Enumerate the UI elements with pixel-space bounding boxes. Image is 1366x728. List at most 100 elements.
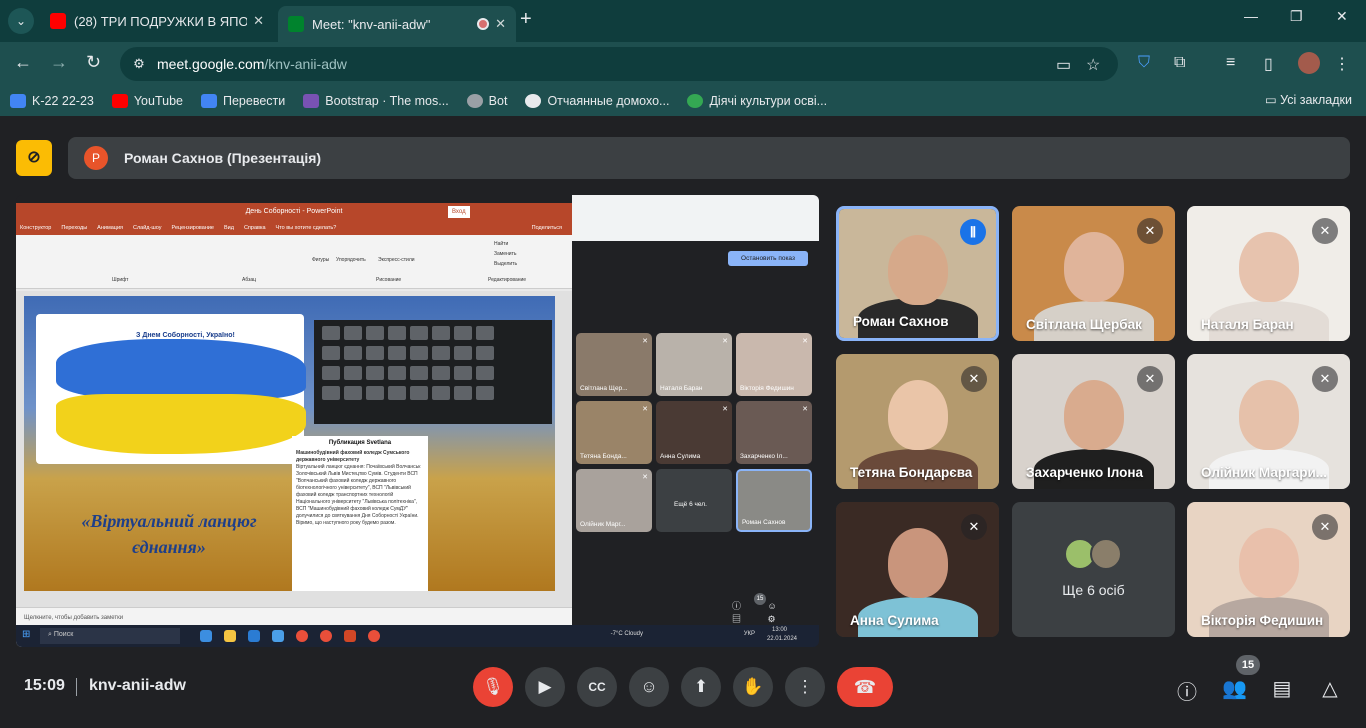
side-panel-icon[interactable]: ▯ — [1264, 54, 1273, 74]
more-options-button[interactable]: ⋮ — [785, 667, 825, 707]
powerpoint-window: День Соборності - PowerPoint Вход Констр… — [16, 203, 572, 647]
info-button[interactable]: ⓘ — [1175, 676, 1199, 705]
people-icon: 👥 — [1222, 678, 1247, 700]
close-icon[interactable]: ✕ — [495, 16, 506, 32]
ppt-menu-item: Что вы хотите сделать? — [275, 225, 337, 231]
emoji-icon: ☺ — [640, 677, 658, 696]
restore-button[interactable]: ❐ — [1290, 8, 1303, 25]
mic-off-icon: ✕ — [961, 514, 987, 540]
address-bar[interactable]: ⚙ meet.google.com/knv-anii-adw ▭ ☆ — [120, 47, 1118, 81]
bookmark-translate[interactable]: Перевести — [200, 94, 286, 108]
ppt-login-button: Вход — [448, 206, 470, 218]
slide: З Днем Соборності, Україно! Публикация S… — [24, 296, 555, 591]
ribbon-label: Шрифт — [112, 277, 129, 283]
extensions-icon[interactable]: ⧉ — [1174, 54, 1185, 72]
activities-button[interactable]: △ — [1318, 676, 1342, 701]
forward-arrow-icon[interactable]: → — [50, 52, 68, 73]
ppt-menu-item: Слайд-шоу — [133, 225, 162, 231]
participant-name: Олійник Маргари... — [1201, 465, 1328, 480]
bookmark-wordpress[interactable]: Отчаянные домохо... — [525, 94, 669, 108]
all-bookmarks-button[interactable]: ▭ Усі закладки — [1265, 92, 1352, 107]
back-arrow-icon[interactable]: ← — [14, 52, 32, 73]
tab-title: Meet: "knv-anii-adw" — [312, 16, 431, 32]
recording-icon — [477, 18, 490, 30]
participant-tile[interactable]: ✕ Наталя Баран — [1187, 206, 1350, 341]
presentation-toggle-button[interactable]: ⊘ — [16, 140, 52, 176]
hang-up-icon: ☎ — [853, 677, 877, 697]
reload-icon[interactable]: ↻ — [86, 52, 101, 73]
raise-hand-button[interactable]: ✋ — [733, 667, 773, 707]
captions-button[interactable]: CC — [577, 667, 617, 707]
participant-tile[interactable]: ✕ Олійник Маргари... — [1187, 354, 1350, 489]
close-icon[interactable]: ✕ — [253, 13, 264, 29]
tab-search-button[interactable]: ⌄ — [8, 8, 34, 34]
slide-area: З Днем Соборності, Україно! Публикация S… — [16, 291, 572, 607]
leave-call-button[interactable]: ☎ — [837, 667, 893, 707]
participant-name: Світлана Щербак — [1026, 317, 1142, 332]
camera-icon[interactable]: ▭ — [1056, 55, 1071, 75]
speaking-indicator-icon: ⫼ — [960, 219, 986, 245]
microphone-button[interactable]: 🎙 — [473, 667, 513, 707]
bookmark-k22[interactable]: K-22 22-23 — [10, 94, 94, 108]
bookmark-bootstrap[interactable]: Bootstrap · The mos... — [303, 94, 449, 108]
avatar — [1090, 538, 1122, 570]
ppt-menu-item: Вид — [224, 225, 234, 231]
minimize-button[interactable]: — — [1244, 8, 1258, 24]
ppt-window-title: День Соборності - PowerPoint — [245, 208, 343, 215]
tab-meet[interactable]: Meet: "knv-anii-adw" ✕ — [278, 6, 516, 42]
ribbon-label: Заменить — [494, 251, 517, 257]
mirror-tile-active: Роман Сахнов — [736, 469, 812, 532]
mirror-tile-name: Ещё 6 чел. — [674, 501, 707, 508]
reactions-button[interactable]: ☺ — [629, 667, 669, 707]
shield-extension-icon[interactable]: ⛉ — [1138, 54, 1150, 72]
mirror-tile-name: Анна Сулима — [660, 453, 701, 460]
tray-date: 22.01.2024 — [766, 636, 797, 642]
slide-facebook-post: Публикация Svetlana Машинобудівний фахов… — [292, 436, 428, 591]
camera-button[interactable]: ▶ — [525, 667, 565, 707]
chatgpt-icon — [466, 94, 483, 108]
profile-avatar[interactable] — [1298, 52, 1320, 74]
activities-icon: △ — [1322, 678, 1338, 700]
participant-tile[interactable]: ⫼ Роман Сахнов — [836, 206, 999, 341]
ribbon-label: Упорядочить — [336, 257, 366, 263]
taskbar-app-icon — [248, 630, 260, 642]
bookmark-label: YouTube — [133, 94, 183, 108]
ppt-ribbon: Шрифт Абзац Фигуры Упорядочить Экспресс-… — [16, 235, 572, 289]
presenter-banner: Р Роман Сахнов (Презентація) — [68, 137, 1350, 179]
participant-tile[interactable]: ✕ Тетяна Бондарєва — [836, 354, 999, 489]
present-button[interactable]: ⬆ — [681, 667, 721, 707]
site-info-icon[interactable]: ⚙ — [130, 55, 148, 73]
url-text[interactable]: meet.google.com/knv-anii-adw — [157, 56, 347, 72]
new-tab-button[interactable]: + — [520, 8, 532, 31]
participant-tile[interactable]: ✕ Захарченко Ілона — [1012, 354, 1175, 489]
participant-tile[interactable]: ✕ Анна Сулима — [836, 502, 999, 637]
participant-tile[interactable]: ✕ Світлана Щербак — [1012, 206, 1175, 341]
window-close-button[interactable]: ✕ — [1336, 8, 1348, 25]
chat-button[interactable]: ▤ — [1270, 676, 1294, 701]
person-face — [887, 380, 948, 450]
mic-off-icon: ✕ — [961, 366, 987, 392]
mic-off-icon: ✕ — [802, 338, 808, 345]
star-icon[interactable]: ☆ — [1086, 55, 1100, 75]
shared-screen[interactable]: День Соборності - PowerPoint Вход Констр… — [16, 195, 819, 647]
media-controls-icon[interactable]: ≡ — [1226, 54, 1235, 72]
more-participants-tile[interactable]: Ще 6 осіб — [1012, 502, 1175, 637]
translate-icon — [200, 94, 217, 108]
bookmark-youtube[interactable]: YouTube — [111, 94, 183, 108]
bookmark-culture[interactable]: Діячі культури осві... — [687, 94, 827, 108]
wordpress-icon — [525, 94, 542, 108]
bookmark-label: Перевести — [222, 94, 286, 108]
browser-toolbar: ← → ↻ ⚙ meet.google.com/knv-anii-adw ▭ ☆… — [0, 42, 1366, 86]
person-face — [1238, 380, 1299, 450]
participant-name: Роман Сахнов — [853, 314, 949, 329]
mirror-tile-name: Олійник Марг... — [580, 521, 626, 528]
people-button[interactable]: 👥 — [1222, 676, 1247, 701]
mic-off-icon: 🎙 — [482, 677, 504, 696]
bookmark-bot[interactable]: Bot — [466, 94, 507, 108]
participant-tile[interactable]: ✕ Вікторія Федишин — [1187, 502, 1350, 637]
hide-presentation-icon: ⊘ — [27, 149, 41, 166]
tab-youtube[interactable]: (28) ТРИ ПОДРУЖКИ В ЯПОНІ ✕ — [40, 6, 274, 36]
mic-off-icon: ✕ — [1137, 366, 1163, 392]
participant-count-badge: 15 — [1236, 655, 1260, 675]
kebab-menu-icon[interactable]: ⋮ — [1334, 54, 1350, 74]
